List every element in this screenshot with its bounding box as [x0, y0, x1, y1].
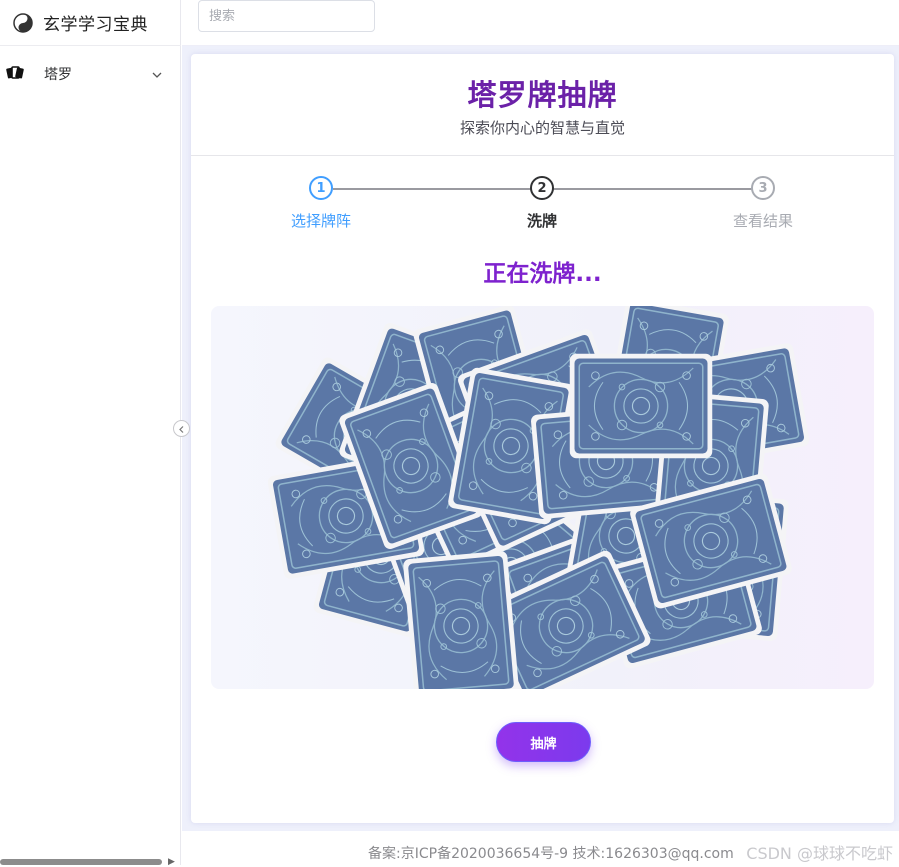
search-input[interactable] — [198, 0, 375, 32]
step-1-indicator: 1 — [309, 176, 333, 200]
step-3-indicator: 3 — [751, 176, 775, 200]
collapse-sidebar-button[interactable] — [173, 420, 190, 437]
app-title: 玄学学习宝典 — [43, 15, 148, 35]
tarot-card-back — [401, 549, 521, 689]
shuffle-status: 正在洗牌... — [483, 261, 602, 287]
footer: 备案:京ICP备2020036654号-9 技术:1626303@qq.com … — [182, 831, 899, 865]
shuffled-cards — [265, 306, 812, 689]
tarot-draw-card: 塔罗牌抽牌 探索你内心的智慧与直觉 1 2 3 选择牌阵 洗牌 查看结果 正在洗… — [191, 54, 894, 823]
chevron-down-icon — [151, 66, 163, 85]
sidebar-horizontal-scrollbar[interactable] — [0, 859, 162, 865]
csdn-watermark: CSDN @球球不吃虾 — [746, 844, 893, 863]
card-header: 塔罗牌抽牌 探索你内心的智慧与直觉 — [191, 54, 894, 156]
brand[interactable]: 玄学学习宝典 — [0, 0, 181, 46]
step-connector-1 — [333, 188, 539, 190]
page-subtitle: 探索你内心的智慧与直觉 — [459, 119, 625, 137]
page-title: 塔罗牌抽牌 — [467, 78, 618, 112]
scroll-right-arrow-icon[interactable]: ▶ — [168, 857, 175, 867]
top-bar — [182, 0, 899, 46]
tarot-card-back — [568, 352, 714, 460]
icp-record-text: 备案:京ICP备2020036654号-9 技术:1626303@qq.com — [368, 846, 734, 862]
step-2-indicator: 2 — [530, 176, 554, 200]
sidebar-item-label: 塔罗 — [44, 67, 72, 83]
step-3-label: 查看结果 — [732, 212, 793, 230]
step-1-label: 选择牌阵 — [290, 212, 351, 230]
shuffle-deck-area — [211, 306, 874, 689]
main-content: 塔罗牌抽牌 探索你内心的智慧与直觉 1 2 3 选择牌阵 洗牌 查看结果 正在洗… — [182, 46, 899, 831]
step-connector-2 — [553, 188, 761, 190]
draw-card-button[interactable]: 抽牌 — [496, 722, 591, 762]
chevron-left-icon — [177, 419, 186, 438]
sidebar-item-tarot[interactable]: 塔罗 — [0, 58, 181, 90]
tarot-cards-icon — [6, 65, 24, 84]
step-2-label: 洗牌 — [526, 212, 557, 230]
yin-yang-logo-icon — [13, 12, 33, 33]
sidebar: 玄学学习宝典 塔罗 ▶ — [0, 0, 181, 867]
